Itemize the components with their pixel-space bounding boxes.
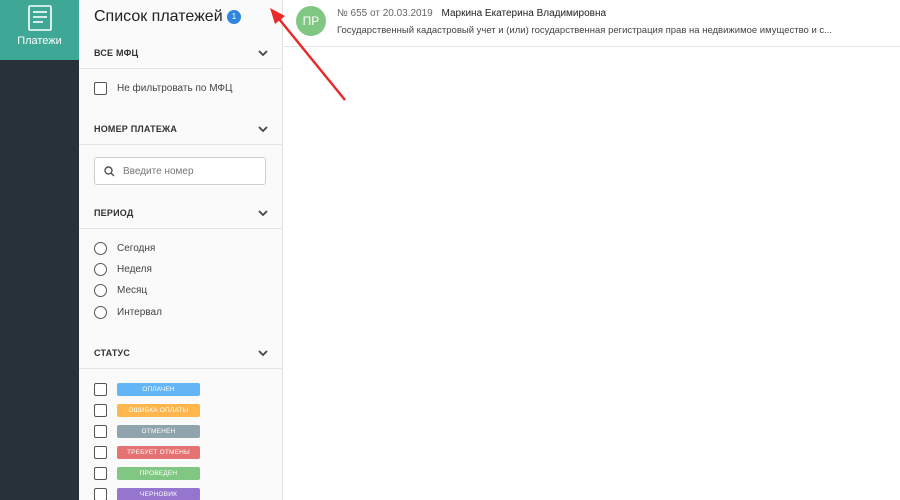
status-filter-error[interactable]: ОШИБКА ОПЛАТЫ bbox=[94, 402, 200, 418]
radio-label: Месяц bbox=[117, 284, 148, 296]
search-icon bbox=[104, 166, 115, 177]
section-status-header[interactable]: СТАТУС bbox=[79, 337, 282, 369]
status-filter-paid[interactable]: ОПЛАЧЕН bbox=[94, 381, 200, 397]
payment-meta: № 655 от 20.03.2019 Маркина Екатерина Вл… bbox=[337, 8, 606, 19]
count-badge: 1 bbox=[227, 10, 241, 24]
list-item[interactable]: ПР № 655 от 20.03.2019 Маркина Екатерина… bbox=[284, 0, 900, 47]
radio-button[interactable] bbox=[94, 305, 107, 319]
section-mfc-header[interactable]: ВСЕ МФЦ bbox=[79, 37, 282, 69]
no-mfc-filter-checkbox[interactable]: Не фильтровать по МФЦ bbox=[94, 80, 232, 96]
checkbox[interactable] bbox=[94, 81, 107, 95]
app-root: Платежи Список платежей 1 ВСЕ МФЦ Не фил… bbox=[0, 0, 900, 500]
period-option-interval[interactable]: Интервал bbox=[94, 304, 162, 320]
nav-item-label: Платежи bbox=[17, 35, 62, 47]
radio-button[interactable] bbox=[94, 283, 107, 297]
chevron-down-icon bbox=[258, 210, 268, 217]
status-filter-needs-cancel[interactable]: ТРЕБУЕТ ОТМЕНЫ bbox=[94, 444, 200, 460]
period-option-week[interactable]: Неделя bbox=[94, 261, 152, 277]
section-period-header[interactable]: ПЕРИОД bbox=[79, 197, 282, 229]
chevron-down-icon bbox=[258, 126, 268, 133]
status-badge: ОТМЕНЕН bbox=[117, 424, 200, 438]
checkbox[interactable] bbox=[94, 382, 107, 396]
section-number-header[interactable]: НОМЕР ПЛАТЕЖА bbox=[79, 113, 282, 145]
section-title: ВСЕ МФЦ bbox=[94, 48, 139, 58]
avatar: ПР bbox=[296, 6, 326, 36]
radio-button[interactable] bbox=[94, 262, 107, 276]
chevron-down-icon bbox=[258, 350, 268, 357]
section-title: НОМЕР ПЛАТЕЖА bbox=[94, 124, 178, 134]
checkbox[interactable] bbox=[94, 487, 107, 500]
payment-number: № 655 bbox=[337, 8, 368, 19]
payer-name: Маркина Екатерина Владимировна bbox=[441, 8, 607, 19]
radio-button[interactable] bbox=[94, 241, 107, 255]
radio-label: Интервал bbox=[117, 306, 162, 318]
status-badge: ТРЕБУЕТ ОТМЕНЫ bbox=[117, 445, 200, 459]
status-badge: ЧЕРНОВИК bbox=[117, 487, 200, 500]
document-list-icon bbox=[27, 5, 52, 31]
nav-item-payments[interactable]: Платежи bbox=[0, 0, 79, 60]
payment-description: Государственный кадастровый учет и (или)… bbox=[337, 25, 833, 36]
status-badge: ПРОВЕДЕН bbox=[117, 466, 200, 480]
checkbox[interactable] bbox=[94, 424, 107, 438]
payment-number-input[interactable] bbox=[123, 162, 261, 180]
status-filter-cancelled[interactable]: ОТМЕНЕН bbox=[94, 423, 200, 439]
radio-label: Неделя bbox=[117, 263, 152, 275]
payments-list: ПР № 655 от 20.03.2019 Маркина Екатерина… bbox=[284, 0, 900, 500]
period-option-month[interactable]: Месяц bbox=[94, 282, 147, 298]
checkbox-label: Не фильтровать по МФЦ bbox=[117, 82, 233, 94]
status-filter-draft[interactable]: ЧЕРНОВИК bbox=[94, 486, 200, 500]
radio-label: Сегодня bbox=[117, 242, 156, 254]
nav-rail: Платежи bbox=[0, 0, 79, 500]
payment-date: 20.03.2019 bbox=[382, 8, 433, 19]
payment-date-prefix: от bbox=[369, 8, 380, 19]
checkbox[interactable] bbox=[94, 466, 107, 480]
payment-number-search[interactable] bbox=[94, 157, 266, 185]
status-filter-completed[interactable]: ПРОВЕДЕН bbox=[94, 465, 200, 481]
section-title: ПЕРИОД bbox=[94, 208, 134, 218]
checkbox[interactable] bbox=[94, 445, 107, 459]
status-badge: ОШИБКА ОПЛАТЫ bbox=[117, 403, 200, 417]
sidebar-header: Список платежей 1 bbox=[79, 0, 282, 36]
status-badge: ОПЛАЧЕН bbox=[117, 382, 200, 396]
chevron-down-icon bbox=[258, 50, 268, 57]
section-title: СТАТУС bbox=[94, 348, 131, 358]
page-title: Список платежей bbox=[94, 8, 223, 25]
checkbox[interactable] bbox=[94, 403, 107, 417]
filter-sidebar: Список платежей 1 ВСЕ МФЦ Не фильтровать… bbox=[79, 0, 283, 500]
period-option-today[interactable]: Сегодня bbox=[94, 240, 155, 256]
